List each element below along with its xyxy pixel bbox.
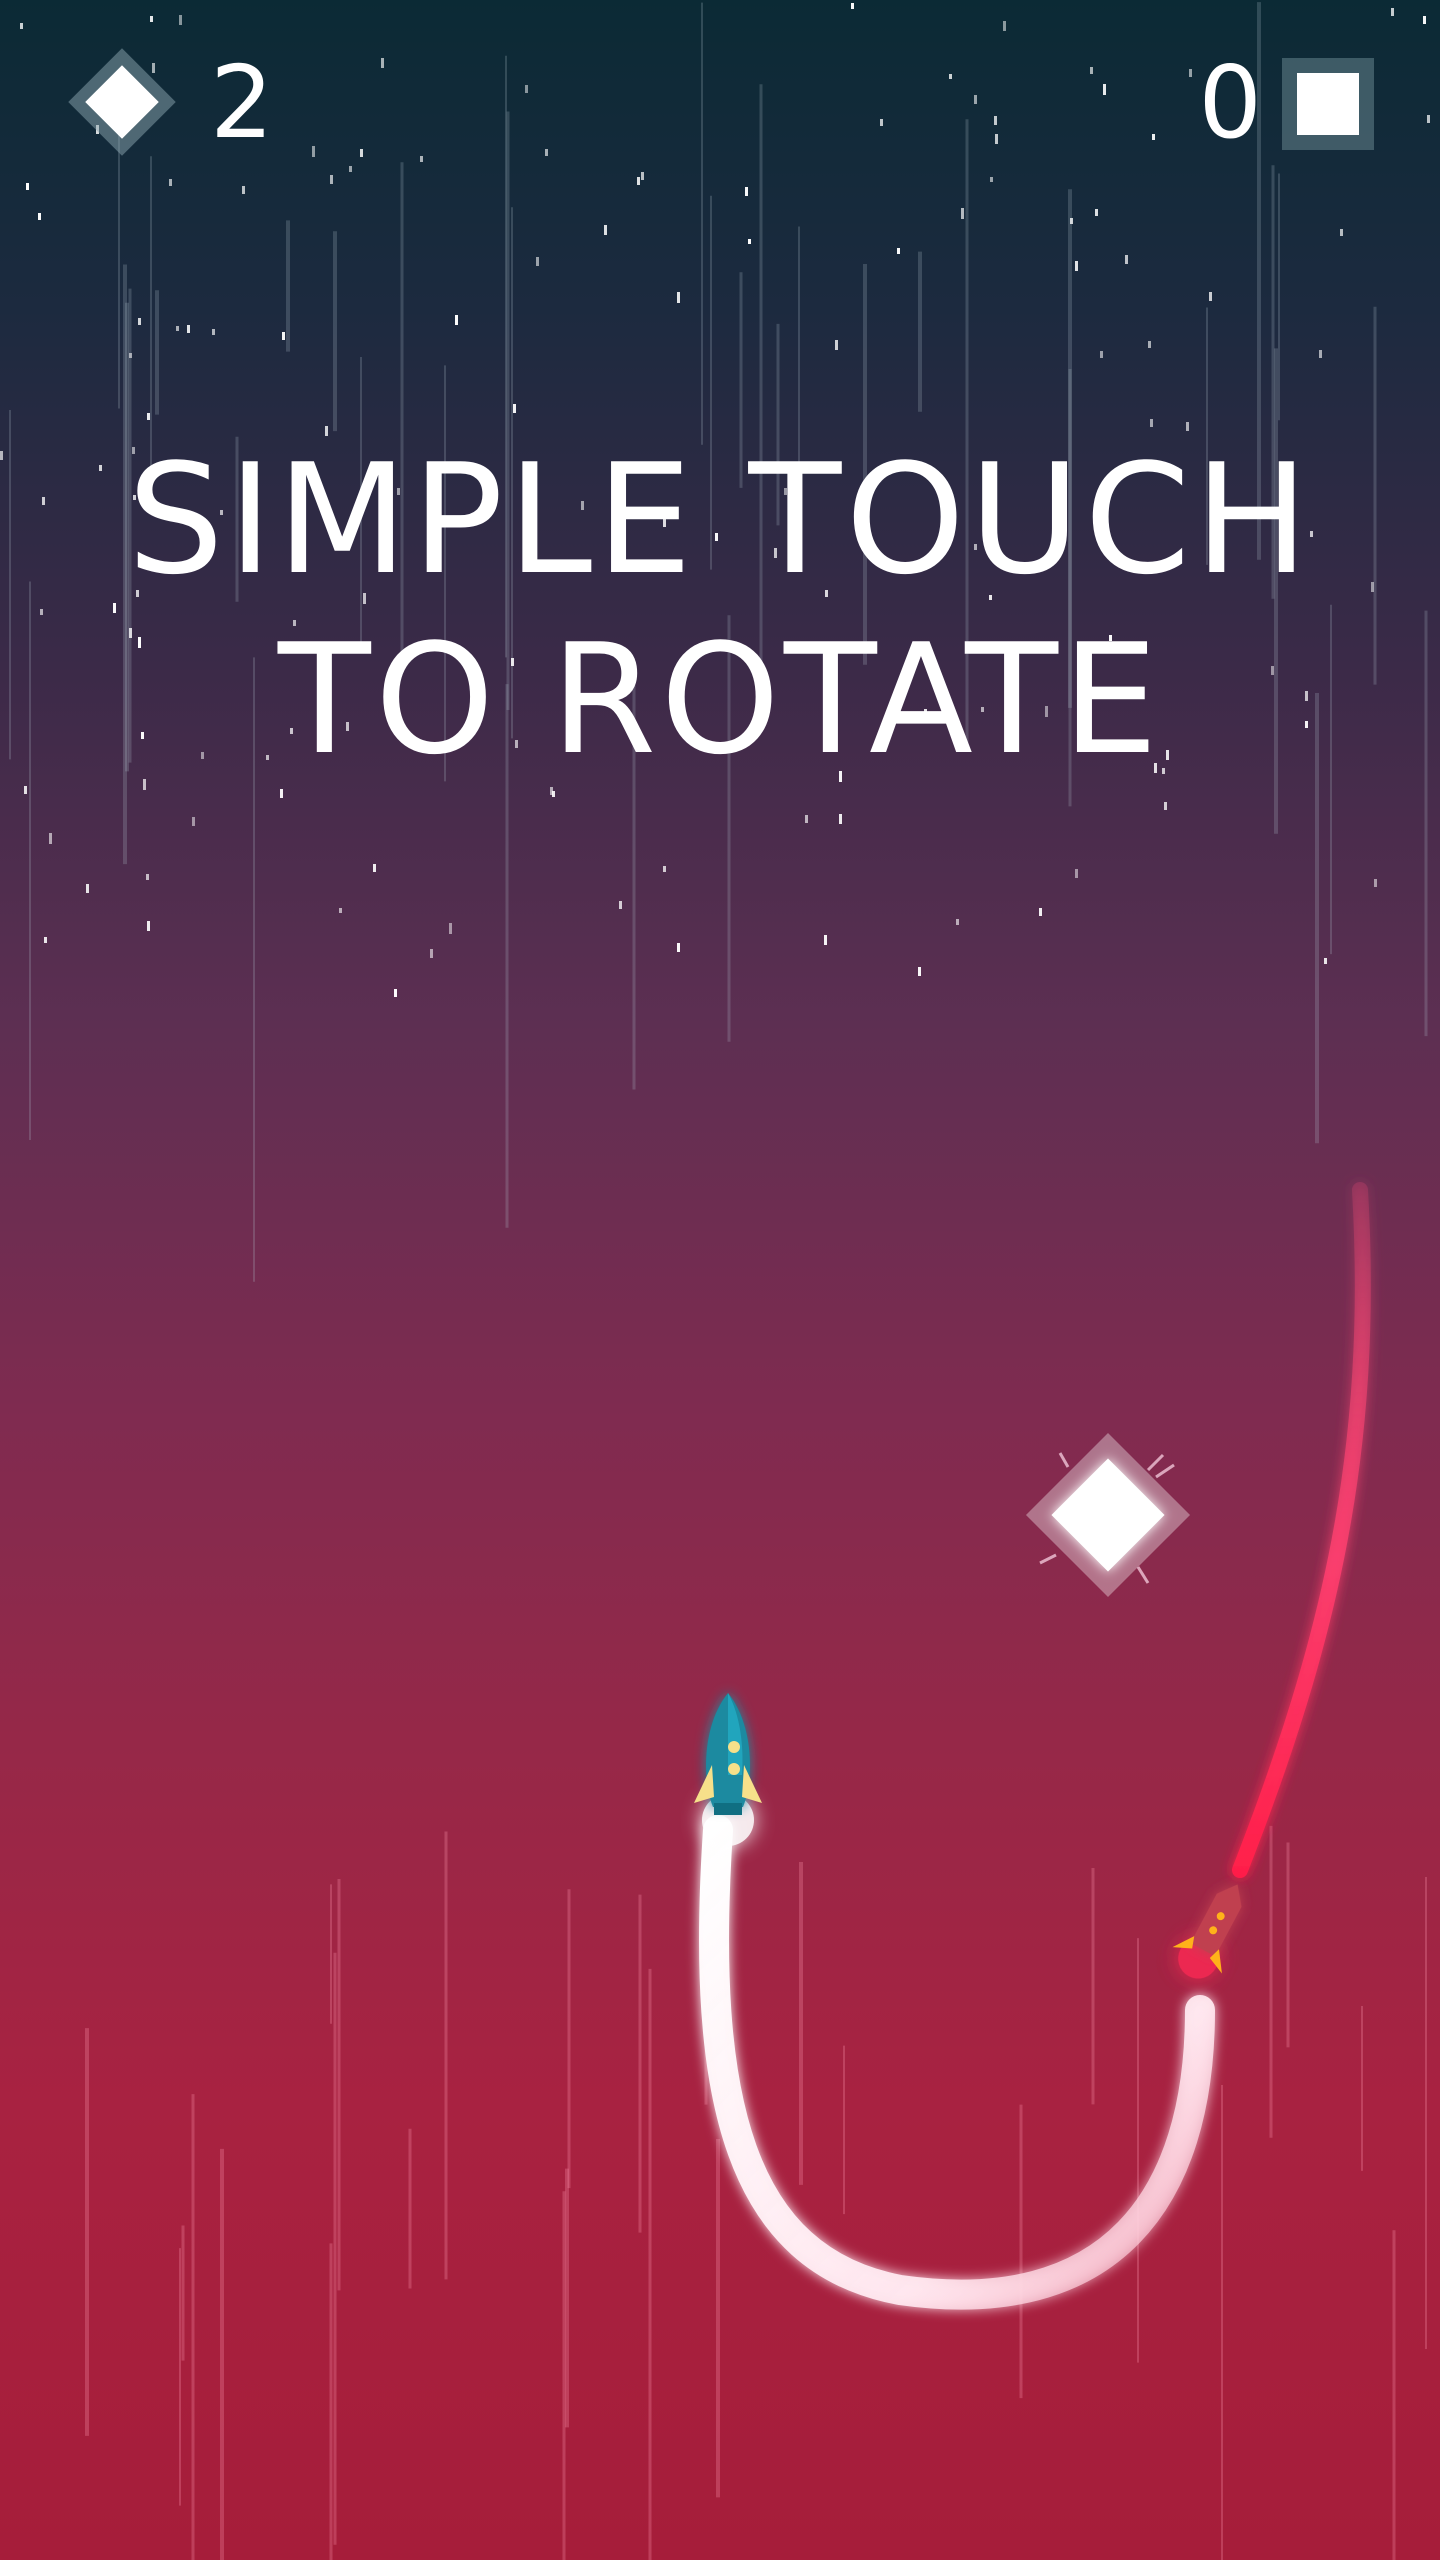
player-rocket: [694, 1693, 762, 1846]
star: [677, 943, 680, 952]
star: [1075, 869, 1078, 878]
star: [1324, 958, 1327, 964]
star: [129, 353, 132, 358]
star: [20, 23, 23, 29]
star: [26, 183, 29, 190]
star: [949, 74, 952, 79]
star: [1070, 218, 1073, 224]
star: [956, 919, 959, 925]
star: [420, 156, 423, 162]
gem-counter-icon: [68, 48, 176, 156]
star: [1039, 908, 1042, 916]
star: [1423, 16, 1426, 24]
enemy-trail: [1232, 1182, 1371, 1878]
player-trail: [699, 1815, 1215, 2310]
star: [994, 116, 997, 125]
star: [839, 814, 842, 824]
star: [1003, 21, 1006, 31]
star: [637, 177, 640, 185]
star: [880, 119, 883, 126]
star: [513, 404, 516, 413]
star: [187, 325, 190, 333]
star: [49, 833, 52, 844]
star: [280, 789, 283, 798]
star: [1125, 255, 1128, 264]
star: [525, 85, 528, 93]
star: [1100, 351, 1103, 358]
star: [641, 172, 644, 180]
star: [1340, 229, 1343, 236]
enemy-missile: [1172, 1884, 1242, 1979]
star: [824, 935, 827, 945]
star: [176, 326, 179, 331]
star: [455, 315, 458, 325]
star: [1164, 802, 1167, 810]
star: [242, 186, 245, 194]
star: [179, 15, 182, 25]
star: [1189, 69, 1192, 77]
star: [745, 187, 748, 196]
square-stop-icon: [1297, 73, 1359, 135]
star: [192, 817, 195, 826]
star: [146, 874, 149, 880]
tutorial-line-2: TO ROTATE: [277, 611, 1163, 788]
star: [748, 239, 751, 244]
star: [1209, 292, 1212, 301]
star: [805, 815, 808, 823]
tutorial-text: SIMPLE TOUCH TO ROTATE: [0, 430, 1440, 790]
star: [677, 292, 680, 303]
star: [44, 937, 47, 943]
star: [1103, 84, 1106, 95]
star: [86, 884, 89, 893]
star: [1090, 67, 1093, 74]
star: [147, 413, 150, 420]
star: [312, 146, 315, 157]
pause-button[interactable]: [1282, 58, 1374, 150]
star: [961, 208, 964, 219]
star: [897, 248, 900, 254]
star: [1148, 341, 1151, 348]
star: [1150, 419, 1153, 427]
star: [1391, 8, 1394, 16]
star: [381, 58, 384, 68]
star: [330, 175, 333, 184]
star: [536, 257, 539, 266]
star: [449, 923, 452, 934]
rain-streaks-layer: [9, 2, 1428, 2560]
star: [663, 866, 666, 872]
star: [282, 332, 285, 340]
diamond-gem-pickup: [1025, 1432, 1191, 1598]
star: [619, 901, 622, 909]
tutorial-line-1: SIMPLE TOUCH: [127, 431, 1313, 608]
star: [212, 329, 215, 335]
star: [150, 16, 153, 22]
star: [990, 177, 993, 182]
star: [38, 213, 41, 220]
star: [373, 864, 376, 872]
star: [545, 149, 548, 156]
star: [360, 149, 363, 157]
star: [851, 3, 854, 9]
star: [835, 340, 838, 350]
game-stage[interactable]: [0, 0, 1440, 2560]
star: [169, 179, 172, 186]
star: [430, 949, 433, 958]
star: [138, 318, 141, 325]
star: [1427, 115, 1430, 123]
gem-count: 2: [210, 44, 274, 161]
star: [1075, 261, 1078, 271]
star: [1095, 209, 1098, 216]
star: [1152, 134, 1155, 140]
star: [394, 989, 397, 997]
score-value: 0: [1198, 44, 1262, 161]
star: [349, 166, 352, 172]
star: [147, 921, 150, 931]
star: [604, 225, 607, 235]
star: [995, 134, 998, 144]
star: [1374, 879, 1377, 887]
star: [974, 95, 977, 104]
star: [918, 967, 921, 976]
star: [339, 908, 342, 913]
star: [1319, 350, 1322, 358]
